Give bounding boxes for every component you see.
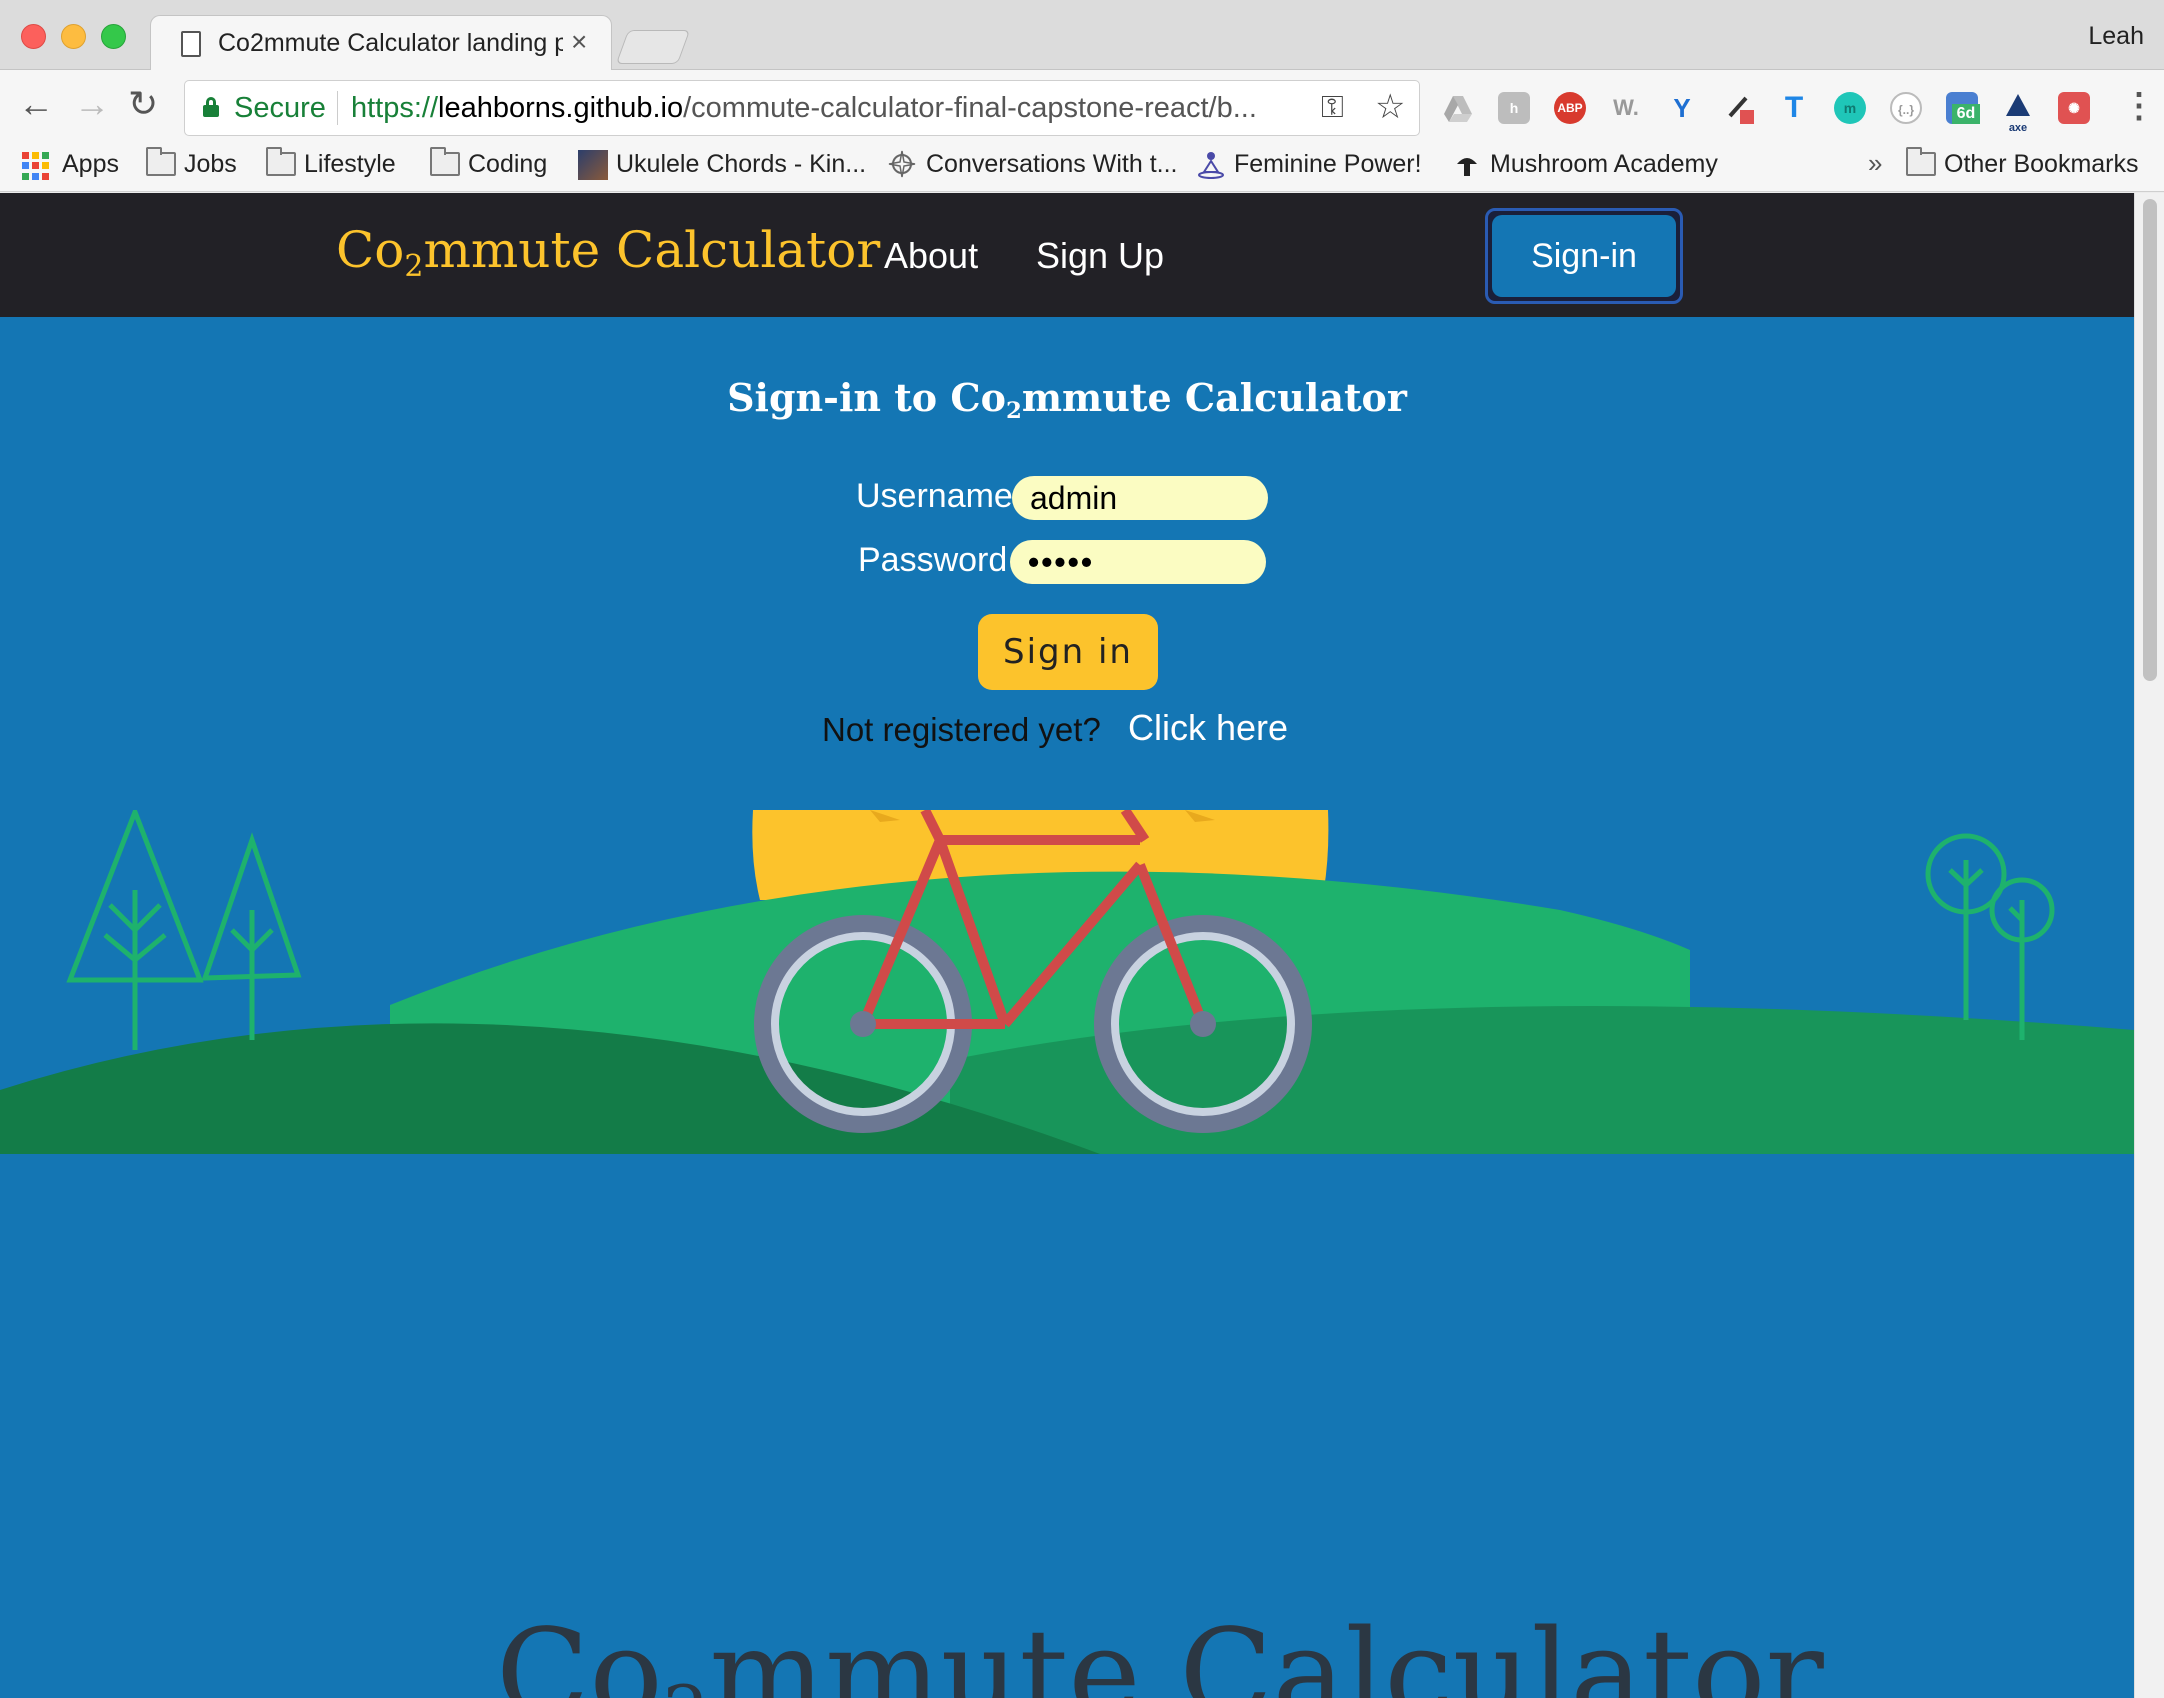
adblock-plus-icon[interactable]: ABP [1554, 92, 1586, 124]
url-text[interactable]: https://leahborns.github.io/commute-calc… [351, 92, 1257, 125]
folder-icon [146, 147, 176, 176]
folder-icon [266, 147, 296, 176]
brand-text-post: mmute Calculator [423, 221, 881, 279]
maximize-window-button[interactable] [101, 24, 126, 49]
bookmark-label: Mushroom Academy [1490, 150, 1718, 178]
close-window-button[interactable] [21, 24, 46, 49]
password-label: Password [858, 541, 1008, 579]
secure-label: Secure [234, 92, 326, 124]
folder-icon [430, 147, 460, 176]
address-bar[interactable]: Secure https://leahborns.github.io/commu… [184, 80, 1420, 136]
reload-icon[interactable]: ↻ [128, 84, 158, 124]
nav-signin-label: Sign-in [1492, 215, 1676, 297]
mushroom-icon [1452, 150, 1482, 180]
address-divider [337, 91, 338, 125]
not-registered-text: Not registered yet? [822, 711, 1101, 748]
axe-icon[interactable]: axe [2002, 92, 2034, 134]
url-host: leahborns.github.io [438, 92, 684, 124]
brand-text-sub: 2 [404, 249, 424, 284]
profile-name[interactable]: Leah [2088, 22, 2144, 51]
heading-text-post: mmute Calculator [1021, 375, 1407, 420]
brand-text-pre: Co [336, 221, 405, 279]
color-picker-icon[interactable] [1724, 92, 1756, 124]
meditation-icon [1196, 150, 1226, 180]
bookmark-star-icon[interactable]: ☆ [1375, 87, 1405, 127]
mercury-icon[interactable]: m [1834, 92, 1866, 124]
left-trees [66, 810, 302, 1050]
bookmark-label: Apps [62, 150, 119, 178]
folder-icon [1906, 147, 1936, 176]
back-icon[interactable]: ← [18, 84, 54, 124]
site-navbar: Co2mmute Calculator About Sign Up Sign-i… [0, 193, 2134, 317]
heading-text-sub: 2 [1005, 397, 1022, 424]
key-icon[interactable]: ⚿ [1321, 91, 1344, 125]
bookmark-label: Ukulele Chords - Kin... [616, 150, 867, 178]
json-viewer-icon[interactable]: {..} [1890, 92, 1922, 124]
new-tab-button[interactable] [615, 30, 691, 64]
bookmark-label: Feminine Power! [1234, 150, 1422, 178]
bookmark-label: Coding [468, 150, 548, 178]
t-extension-icon[interactable]: T [1778, 92, 1810, 124]
right-trees [1925, 833, 2055, 1040]
bookmarks-bar: Apps Jobs Lifestyle Coding Ukulele Chord… [0, 138, 2164, 192]
browser-menu-icon[interactable]: ⋮ [2122, 86, 2156, 126]
site-brand[interactable]: Co2mmute Calculator [336, 221, 880, 284]
bookmark-label: Jobs [184, 150, 237, 178]
scrollbar-thumb[interactable] [2143, 199, 2157, 681]
apps-grid-icon [22, 152, 50, 180]
calendar-icon[interactable]: 6d [1946, 92, 1980, 124]
site-thumbnail-icon [578, 150, 608, 180]
bicycle-hills-illustration [0, 810, 2134, 1154]
url-scheme: https:// [351, 92, 439, 124]
url-path: /commute-calculator-final-capstone-react… [683, 92, 1257, 124]
heading-text-pre: Sign-in to Co [727, 375, 1006, 420]
page-viewport: Co2mmute Calculator About Sign Up Sign-i… [0, 193, 2164, 1698]
lock-icon [203, 97, 219, 117]
bookmark-label: Other Bookmarks [1944, 150, 2139, 178]
tab-title: Co2mmute Calculator landing page [218, 29, 563, 57]
hero-text-pre: Co [496, 1603, 663, 1698]
browser-tab-strip: Co2mmute Calculator landing page × Leah [0, 0, 2164, 71]
page-scrollbar[interactable] [2134, 193, 2164, 1698]
page-hero-title: Co2mmute Calculator [496, 1603, 1824, 1698]
hero-text-post: mmute Calculator [709, 1603, 1824, 1698]
bookmark-label: Lifestyle [304, 150, 396, 178]
hero-text-sub: 2 [663, 1671, 710, 1698]
bookmark-label: Conversations With t... [926, 150, 1178, 178]
username-input[interactable] [1012, 476, 1268, 520]
hypothesis-icon[interactable]: h [1498, 92, 1530, 124]
nav-signin-button[interactable]: Sign-in [1485, 208, 1683, 304]
username-label: Username [856, 477, 1013, 515]
forward-icon[interactable]: → [74, 84, 110, 124]
calendar-badge: 6d [1952, 104, 1980, 124]
react-devtools-icon[interactable]: ✺ [2058, 92, 2090, 124]
nav-about-link[interactable]: About [884, 235, 978, 277]
signin-submit-button[interactable]: Sign in [978, 614, 1158, 690]
compass-icon [888, 150, 916, 178]
signin-heading: Sign-in to Co2mmute Calculator [0, 375, 2134, 424]
tab-close-icon[interactable]: × [571, 26, 587, 58]
password-input[interactable] [1010, 540, 1266, 584]
browser-toolbar: ← → ↻ Secure https://leahborns.github.io… [0, 70, 2164, 138]
register-link[interactable]: Click here [1128, 707, 1288, 749]
browser-tab[interactable]: Co2mmute Calculator landing page × [150, 15, 612, 71]
vue-devtools-icon[interactable]: Y [1666, 92, 1698, 124]
document-icon [181, 31, 201, 57]
wappalyzer-icon[interactable]: W. [1610, 92, 1642, 124]
minimize-window-button[interactable] [61, 24, 86, 49]
nav-signup-link[interactable]: Sign Up [1036, 235, 1164, 277]
bookmarks-overflow-chevron[interactable]: » [1868, 148, 1882, 182]
google-drive-icon[interactable] [1442, 92, 1474, 124]
